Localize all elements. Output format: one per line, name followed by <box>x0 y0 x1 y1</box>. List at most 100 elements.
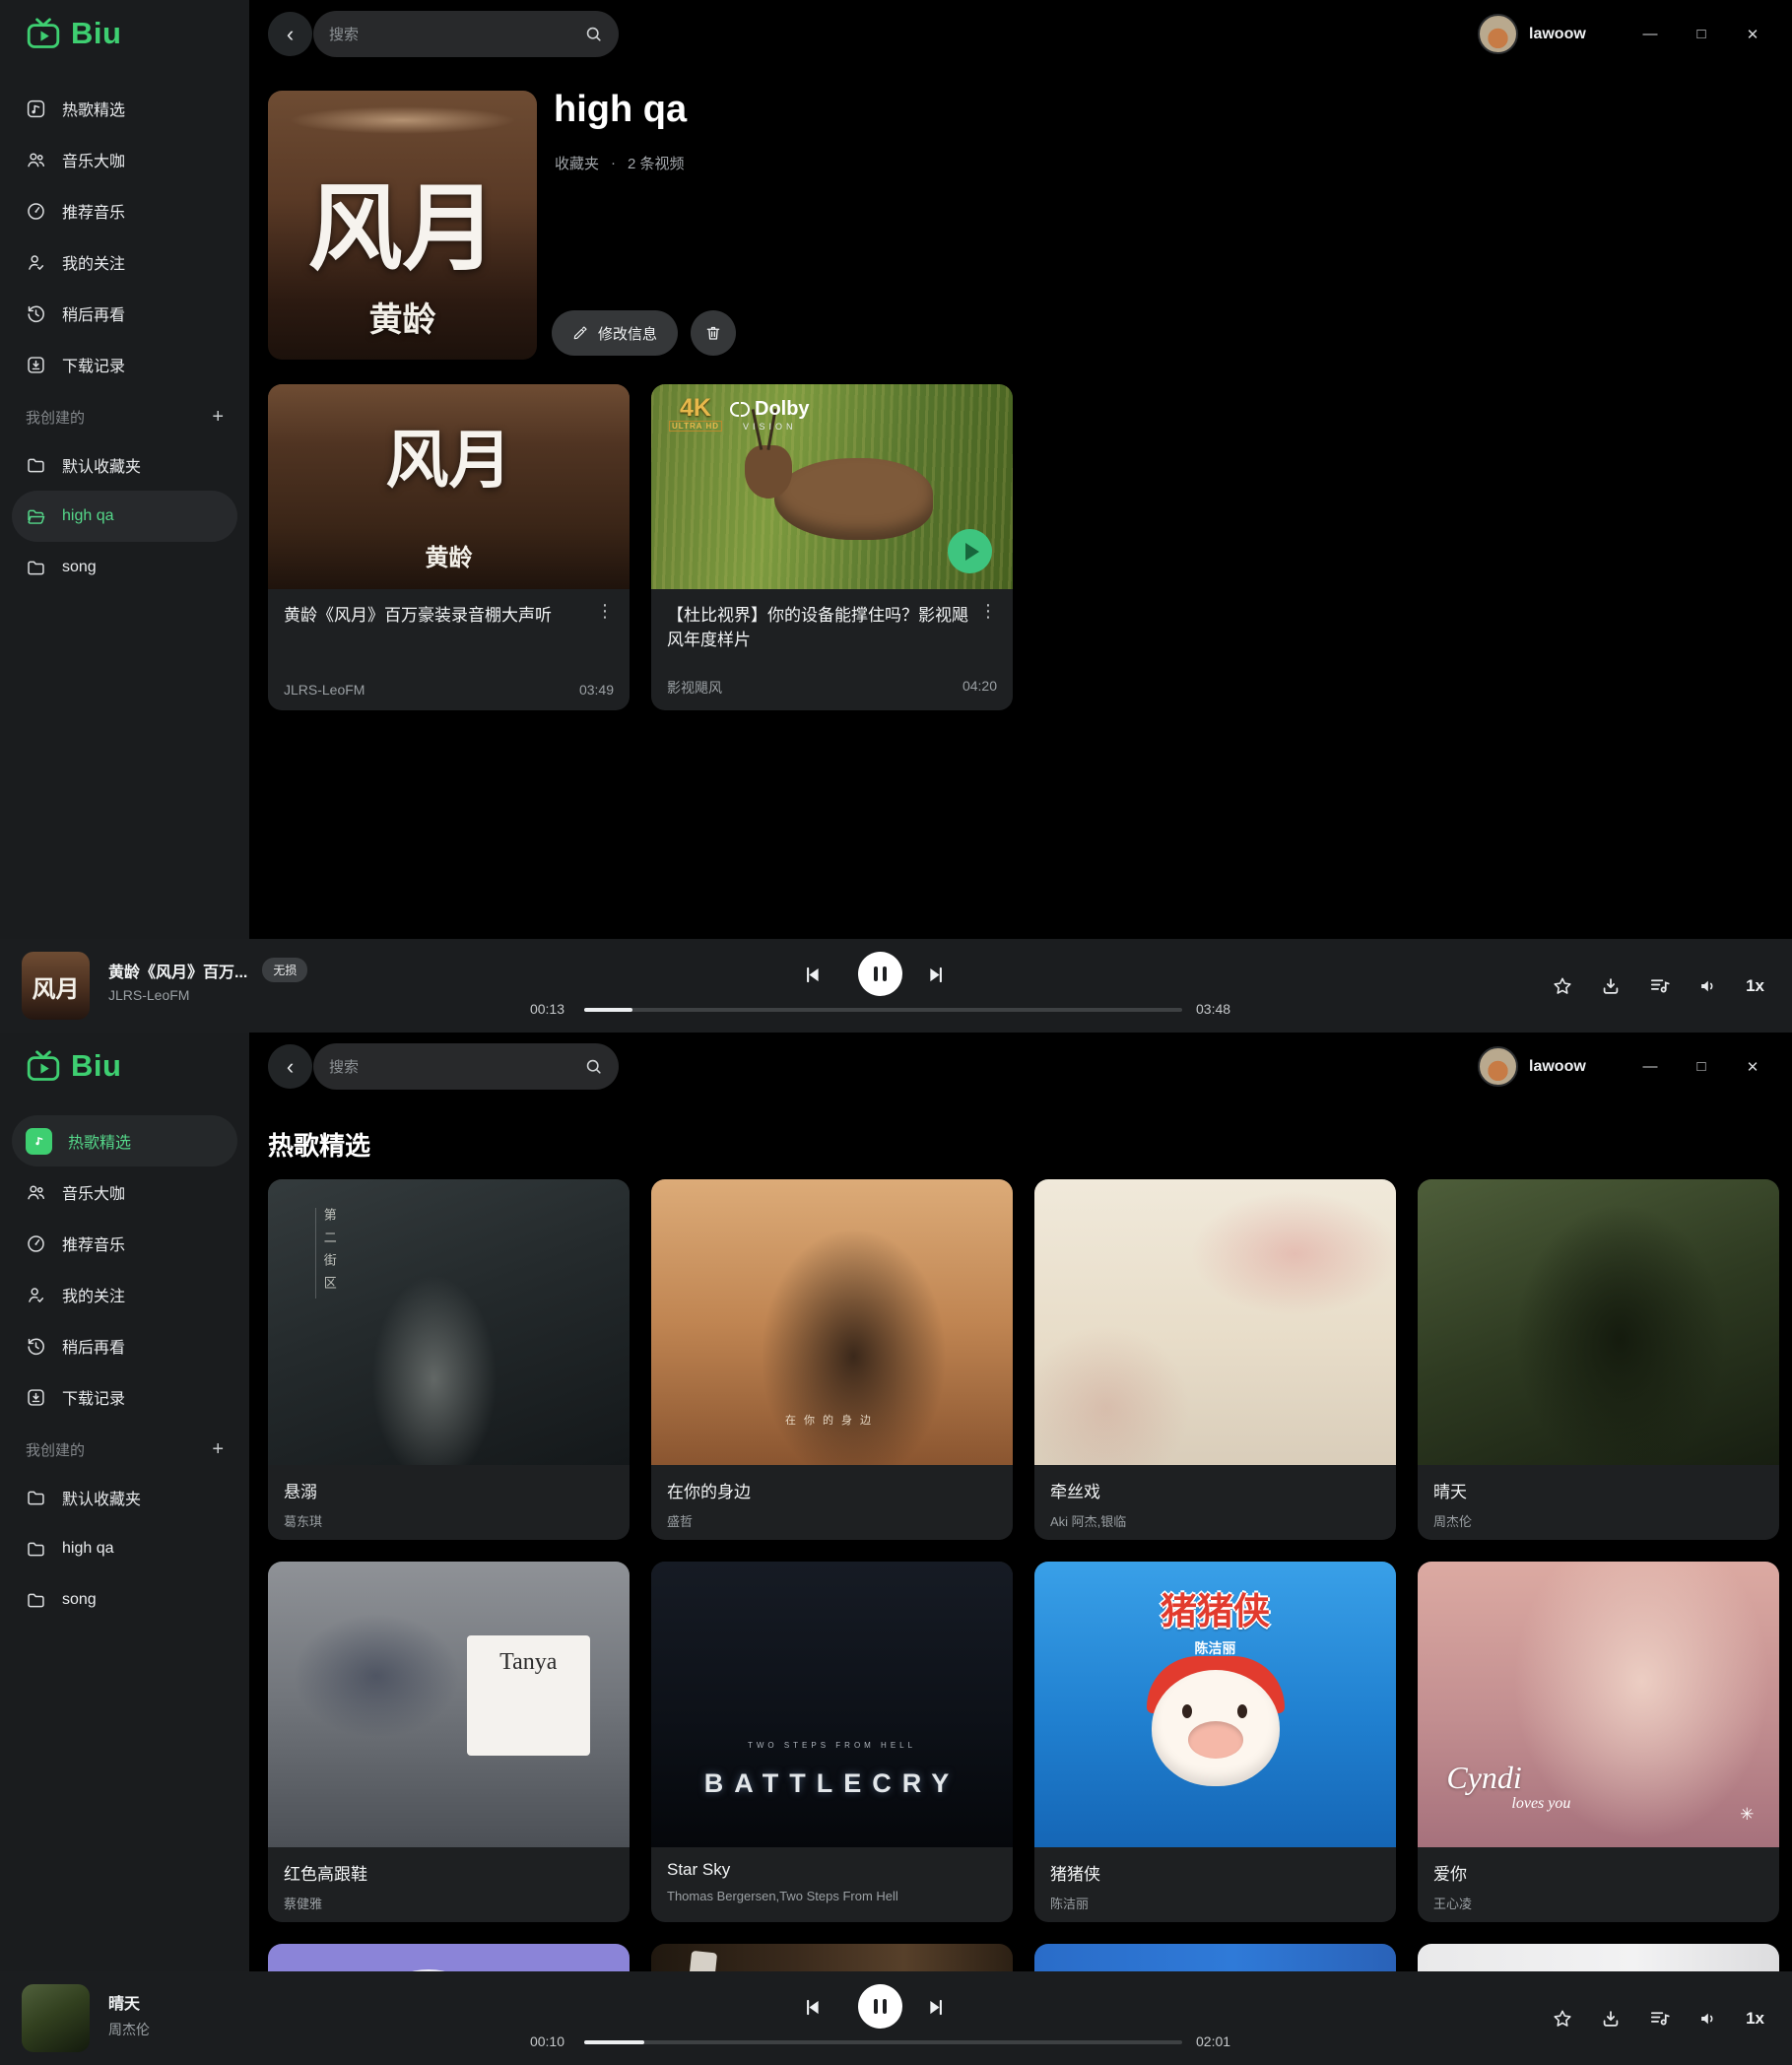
user-account[interactable]: lawoow <box>1478 1046 1586 1087</box>
sidebar-folder-label: song <box>62 1591 97 1609</box>
sidebar-item-following[interactable]: 我的关注 <box>12 236 237 288</box>
video-card[interactable]: 4K ULTRA HD Dolby VISION 【杜比视界】你的设备能撑住吗？… <box>651 384 1013 710</box>
song-artist: 蔡健雅 <box>284 1894 614 1912</box>
sidebar-folder-high-qa[interactable]: high qa <box>12 1523 237 1574</box>
antelope-shape <box>774 458 933 540</box>
back-button[interactable]: ‹ <box>268 12 312 56</box>
volume-icon[interactable] <box>1697 2008 1719 2030</box>
song-title: 悬溺 <box>284 1478 614 1502</box>
next-track-button[interactable] <box>926 1997 947 2018</box>
collection-cover: 风月 黄龄 <box>268 91 537 360</box>
sidebar-item-following[interactable]: 我的关注 <box>12 1269 237 1320</box>
download-box-icon <box>26 1387 46 1408</box>
song-artist: 王心凌 <box>1433 1894 1763 1912</box>
video-title: 【杜比视界】你的设备能撑住吗？影视飓风年度样片 <box>667 604 969 652</box>
folder-icon <box>26 558 46 578</box>
sidebar-item-hot-songs[interactable]: 热歌精选 <box>12 1115 237 1166</box>
playback-speed-button[interactable]: 1x <box>1746 976 1764 996</box>
sidebar-item-music-stars[interactable]: 音乐大咖 <box>12 1166 237 1218</box>
delete-collection-button[interactable] <box>691 310 736 356</box>
sidebar-folder-label: song <box>62 559 97 576</box>
favorite-star-icon[interactable] <box>1552 975 1573 997</box>
sidebar-item-music-stars[interactable]: 音乐大咖 <box>12 134 237 185</box>
sidebar-item-recommend[interactable]: 推荐音乐 <box>12 1218 237 1269</box>
search-icon <box>584 1057 603 1076</box>
song-card[interactable]: 晴天 周杰伦 <box>1418 1179 1779 1540</box>
video-card[interactable]: 风月 黄龄 黄龄《风月》百万豪装录音棚大声听 ⋮ JLRS-LeoFM 03:4… <box>268 384 630 710</box>
sidebar-item-recommend[interactable]: 推荐音乐 <box>12 185 237 236</box>
favorite-star-icon[interactable] <box>1552 2008 1573 2030</box>
sidebar-item-watch-later[interactable]: 稍后再看 <box>12 288 237 339</box>
song-card[interactable]: 第二街区 悬溺 葛东琪 <box>268 1179 630 1540</box>
edit-info-button[interactable]: 修改信息 <box>552 310 678 356</box>
song-thumbnail: 猪猪侠 陈洁丽 <box>1034 1562 1396 1847</box>
previous-track-button[interactable] <box>802 1997 823 2018</box>
song-card[interactable]: Tanya 红色高跟鞋 蔡健雅 <box>268 1562 630 1922</box>
sidebar-item-watch-later[interactable]: 稍后再看 <box>12 1320 237 1371</box>
song-card[interactable]: Cyndi loves you ✳ 爱你 王心凌 <box>1418 1562 1779 1922</box>
pause-button[interactable] <box>858 952 902 996</box>
sidebar-folder-high-qa[interactable]: high qa <box>12 491 237 542</box>
add-folder-button[interactable]: + <box>212 406 224 429</box>
collection-count: 2 条视频 <box>628 153 685 173</box>
sidebar-item-hot-songs[interactable]: 热歌精选 <box>12 83 237 134</box>
total-time: 02:01 <box>1196 2033 1230 2049</box>
song-title: Star Sky <box>667 1860 997 1880</box>
song-artist: 陈洁丽 <box>1050 1894 1380 1912</box>
maximize-button[interactable]: □ <box>1676 26 1727 42</box>
more-options-icon[interactable]: ⋮ <box>596 601 614 622</box>
sidebar-folder-label: 默认收藏夹 <box>62 1486 141 1509</box>
lossless-badge: 无损 <box>262 958 307 982</box>
progress-fill <box>584 2040 644 2044</box>
edit-info-label: 修改信息 <box>598 323 657 344</box>
sidebar-item-downloads[interactable]: 下载记录 <box>12 1371 237 1423</box>
progress-bar[interactable] <box>584 1008 1182 1012</box>
trash-icon <box>704 324 722 342</box>
play-overlay-button[interactable] <box>948 529 992 573</box>
download-icon[interactable] <box>1600 975 1622 997</box>
sidebar-folder-song[interactable]: song <box>12 542 237 593</box>
song-artist: 葛东琪 <box>284 1511 614 1530</box>
badge-4k: 4K ULTRA HD <box>669 397 722 432</box>
sidebar-item-label: 音乐大咖 <box>62 1180 125 1204</box>
song-card[interactable]: 猪猪侠 陈洁丽 猪猪侠 陈洁丽 <box>1034 1562 1396 1922</box>
download-icon[interactable] <box>1600 2008 1622 2030</box>
sidebar-item-downloads[interactable]: 下载记录 <box>12 339 237 390</box>
back-button[interactable]: ‹ <box>268 1044 312 1089</box>
maximize-button[interactable]: □ <box>1676 1058 1727 1075</box>
video-author: JLRS-LeoFM <box>284 682 365 698</box>
song-card[interactable]: TWO STEPS FROM HELL BATTLECRY Star Sky T… <box>651 1562 1013 1922</box>
sidebar-folder-song[interactable]: song <box>12 1574 237 1626</box>
close-button[interactable]: ✕ <box>1727 1058 1778 1076</box>
playback-speed-button[interactable]: 1x <box>1746 2009 1764 2029</box>
playlist-icon[interactable] <box>1648 2007 1671 2030</box>
next-track-button[interactable] <box>926 965 947 985</box>
progress-bar[interactable] <box>584 2040 1182 2044</box>
sidebar-folder-default[interactable]: 默认收藏夹 <box>12 439 237 491</box>
player-thumbnail[interactable] <box>22 1984 90 2052</box>
add-folder-button[interactable]: + <box>212 1438 224 1461</box>
sidebar-folder-default[interactable]: 默认收藏夹 <box>12 1472 237 1523</box>
song-artist: Aki 阿杰,银临 <box>1050 1511 1380 1530</box>
volume-icon[interactable] <box>1697 975 1719 997</box>
total-time: 03:48 <box>1196 1001 1230 1017</box>
search-input[interactable]: 搜索 <box>313 1043 619 1090</box>
minimize-button[interactable]: — <box>1625 26 1676 42</box>
minimize-button[interactable]: — <box>1625 1058 1676 1075</box>
song-thumbnail: TWO STEPS FROM HELL BATTLECRY <box>651 1562 1013 1847</box>
song-card[interactable]: 牵丝戏 Aki 阿杰,银临 <box>1034 1179 1396 1540</box>
video-thumbnail: 风月 黄龄 <box>268 384 630 589</box>
more-options-icon[interactable]: ⋮ <box>979 601 997 622</box>
player-thumbnail[interactable]: 风月 <box>22 952 90 1020</box>
previous-track-button[interactable] <box>802 965 823 985</box>
music-box-icon <box>26 99 46 119</box>
pause-button[interactable] <box>858 1984 902 2029</box>
search-input[interactable]: 搜索 <box>313 11 619 57</box>
created-section-label: 我创建的 <box>26 407 85 428</box>
close-button[interactable]: ✕ <box>1727 26 1778 43</box>
playlist-icon[interactable] <box>1648 974 1671 997</box>
song-card[interactable]: 在你的身边 在你的身边 盛哲 <box>651 1179 1013 1540</box>
user-account[interactable]: lawoow <box>1478 14 1586 54</box>
sidebar-item-label: 音乐大咖 <box>62 148 125 171</box>
song-title: 牵丝戏 <box>1050 1478 1380 1502</box>
